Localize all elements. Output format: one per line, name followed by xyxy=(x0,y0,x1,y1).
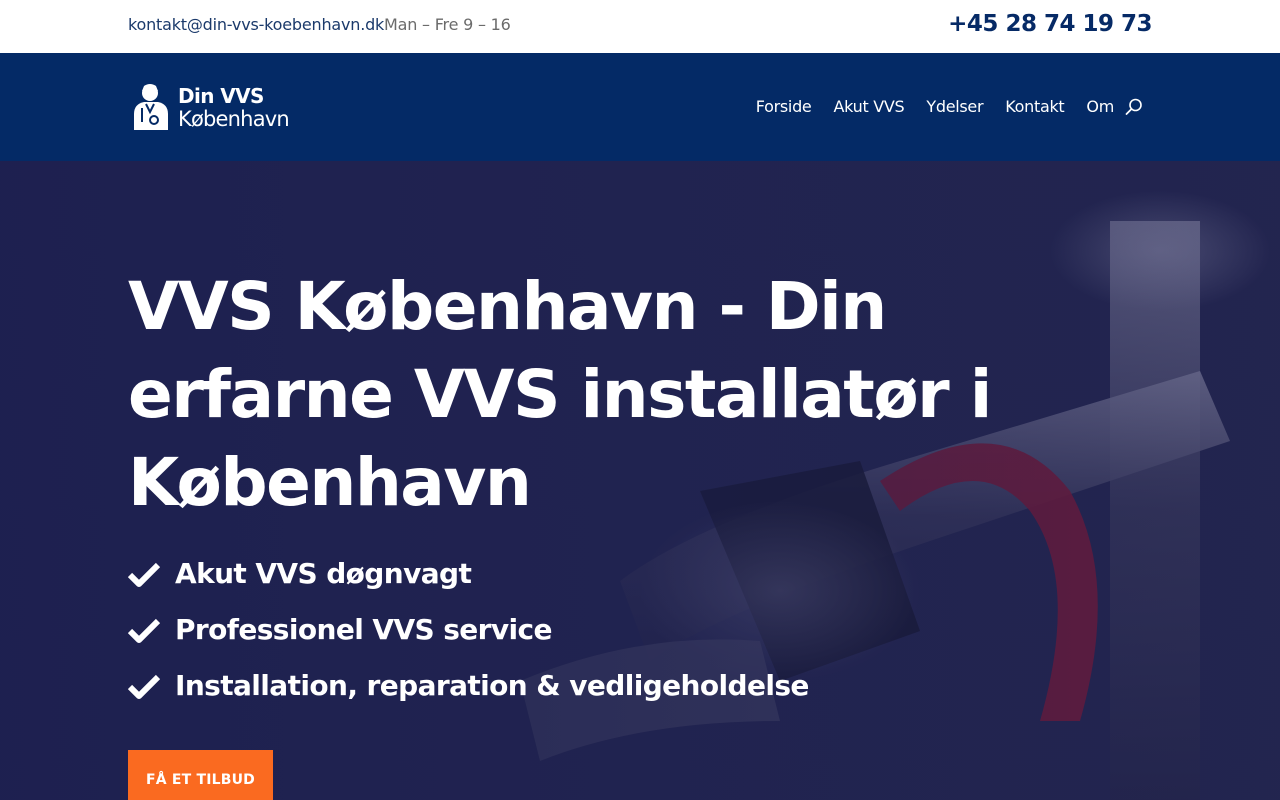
nav-item-ydelser[interactable]: Ydelser xyxy=(926,97,983,116)
hero-section: VVS København - Din erfarne VVS installa… xyxy=(0,161,1280,800)
get-quote-button[interactable]: FÅ ET TILBUD xyxy=(128,750,273,800)
plumber-logo-icon xyxy=(134,84,168,130)
nav-item-forside[interactable]: Forside xyxy=(756,97,812,116)
phone-link[interactable]: +45 28 74 19 73 xyxy=(948,11,1152,37)
check-icon xyxy=(128,562,160,587)
feature-text: Installation, reparation & vedligeholdel… xyxy=(175,669,809,702)
search-icon[interactable] xyxy=(1125,98,1143,116)
feature-text: Akut VVS døgnvagt xyxy=(175,557,472,590)
opening-hours: Man – Fre 9 – 16 xyxy=(384,15,511,34)
hero-title: VVS København - Din erfarne VVS installa… xyxy=(128,268,992,521)
site-logo[interactable]: Din VVS København xyxy=(128,82,308,134)
check-icon xyxy=(128,618,160,643)
nav-item-akut-vvs[interactable]: Akut VVS xyxy=(833,97,904,116)
check-icon xyxy=(128,674,160,699)
main-navigation-bar: Din VVS København Forside Akut VVS Ydels… xyxy=(0,53,1280,161)
feature-text: Professionel VVS service xyxy=(175,613,553,646)
top-bar: kontakt@din-vvs-koebenhavn.dk Man – Fre … xyxy=(0,0,1280,53)
nav-item-kontakt[interactable]: Kontakt xyxy=(1005,97,1064,116)
nav-menu: Forside Akut VVS Ydelser Kontakt Om xyxy=(756,97,1114,116)
nav-item-om[interactable]: Om xyxy=(1086,97,1114,116)
logo-text-line1: Din VVS xyxy=(178,84,264,108)
logo-text-line2: København xyxy=(178,107,290,131)
email-link[interactable]: kontakt@din-vvs-koebenhavn.dk xyxy=(128,15,384,34)
